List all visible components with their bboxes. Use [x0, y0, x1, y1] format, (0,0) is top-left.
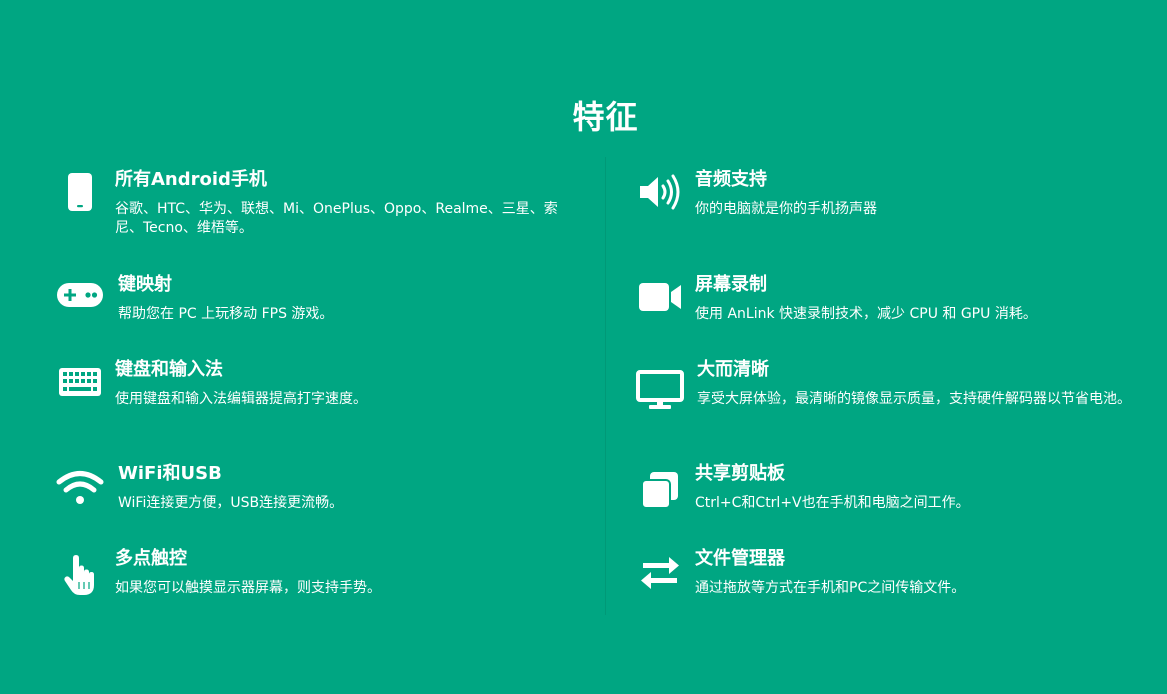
feature-large-clear: 大而清晰 享受大屏体验，最清晰的镜像显示质量，支持硬件解码器以节省电池。 [636, 358, 1151, 438]
wifi-icon [56, 464, 104, 512]
feature-description: WiFi连接更方便，USB连接更流畅。 [118, 495, 344, 511]
feature-screen-recording: 屏幕录制 使用 AnLink 快速录制技术，减少 CPU 和 GPU 消耗。 [636, 273, 1151, 333]
feature-description: 你的电脑就是你的手机扬声器 [695, 201, 877, 217]
clipboard-copy-icon [636, 466, 684, 514]
feature-description: 使用 AnLink 快速录制技术，减少 CPU 和 GPU 消耗。 [695, 306, 1037, 322]
section-title: 特征 [572, 98, 639, 136]
touch-hand-icon [56, 551, 104, 599]
feature-title: 键盘和输入法 [115, 359, 223, 380]
feature-key-mapping: 键映射 帮助您在 PC 上玩移动 FPS 游戏。 [56, 273, 576, 333]
feature-title: 键映射 [118, 274, 172, 295]
feature-title: 大而清晰 [697, 359, 769, 380]
feature-all-android: 所有Android手机 谷歌、HTC、华为、联想、Mi、OnePlus、Oppo… [56, 168, 576, 248]
feature-title: 文件管理器 [695, 548, 785, 569]
feature-wifi-usb: WiFi和USB WiFi连接更方便，USB连接更流畅。 [56, 462, 576, 522]
features-section: 特征 所有Android手机 谷歌、HTC、华为、联想、Mi、OnePlus、O… [0, 0, 1167, 694]
transfer-arrows-icon [636, 549, 684, 597]
feature-description: 享受大屏体验，最清晰的镜像显示质量，支持硬件解码器以节省电池。 [697, 391, 1131, 407]
feature-description: Ctrl+C和Ctrl+V也在手机和电脑之间工作。 [695, 495, 970, 511]
column-divider [605, 157, 606, 615]
feature-title: 音频支持 [695, 169, 767, 190]
feature-multi-touch: 多点触控 如果您可以触摸显示器屏幕，则支持手势。 [56, 547, 576, 607]
feature-title: 多点触控 [115, 548, 187, 569]
monitor-icon [636, 366, 684, 414]
feature-description: 使用键盘和输入法编辑器提高打字速度。 [115, 391, 367, 407]
feature-file-manager: 文件管理器 通过拖放等方式在手机和PC之间传输文件。 [636, 547, 1151, 607]
feature-shared-clipboard: 共享剪贴板 Ctrl+C和Ctrl+V也在手机和电脑之间工作。 [636, 462, 1151, 522]
feature-description: 谷歌、HTC、华为、联想、Mi、OnePlus、Oppo、Realme、三星、索… [115, 201, 558, 236]
feature-audio-support: 音频支持 你的电脑就是你的手机扬声器 [636, 168, 1151, 228]
video-camera-icon [636, 273, 684, 321]
keyboard-icon [56, 358, 104, 406]
feature-title: 共享剪贴板 [695, 463, 785, 484]
speaker-icon [636, 168, 684, 216]
feature-title: 所有Android手机 [115, 169, 267, 190]
feature-description: 帮助您在 PC 上玩移动 FPS 游戏。 [118, 306, 334, 322]
gamepad-icon [56, 271, 104, 319]
feature-description: 通过拖放等方式在手机和PC之间传输文件。 [695, 580, 966, 596]
smartphone-icon [56, 168, 104, 216]
feature-title: WiFi和USB [118, 463, 222, 484]
feature-title: 屏幕录制 [695, 274, 767, 295]
feature-description: 如果您可以触摸显示器屏幕，则支持手势。 [115, 580, 381, 596]
feature-keyboard-ime: 键盘和输入法 使用键盘和输入法编辑器提高打字速度。 [56, 358, 576, 418]
